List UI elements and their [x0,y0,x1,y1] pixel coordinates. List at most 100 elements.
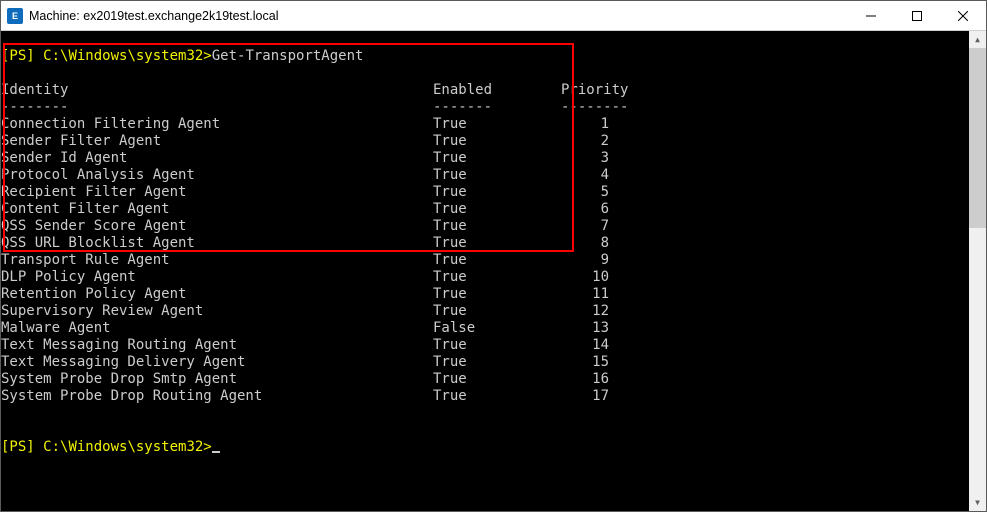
cell-enabled: True [433,388,561,405]
cell-priority: 4 [561,167,609,184]
cell-enabled: True [433,218,561,235]
cell-enabled: True [433,286,561,303]
cell-priority: 17 [561,388,609,405]
titlebar[interactable]: E Machine: ex2019test.exchange2k19test.l… [1,1,986,31]
cell-priority: 11 [561,286,609,303]
close-button[interactable] [940,1,986,30]
scroll-down-arrow[interactable]: ▼ [969,494,986,511]
app-icon: E [7,8,23,24]
table-row: DLP Policy AgentTrue10 [1,269,969,286]
table-row: System Probe Drop Routing AgentTrue17 [1,388,969,405]
maximize-button[interactable] [894,1,940,30]
cell-identity: System Probe Drop Routing Agent [1,388,433,405]
cell-identity: Protocol Analysis Agent [1,167,433,184]
prompt-path: C:\Windows\system32> [43,48,212,64]
cell-identity: QSS Sender Score Agent [1,218,433,235]
console-content[interactable]: [PS] C:\Windows\system32>Get-TransportAg… [1,31,969,511]
window-title: Machine: ex2019test.exchange2k19test.loc… [29,9,848,23]
cell-identity: System Probe Drop Smtp Agent [1,371,433,388]
window-controls [848,1,986,30]
table-row: Malware AgentFalse13 [1,320,969,337]
cell-identity: Sender Id Agent [1,150,433,167]
cursor [212,451,220,453]
divider-identity: -------- [1,99,433,116]
console-area[interactable]: [PS] C:\Windows\system32>Get-TransportAg… [1,31,986,511]
table-row: System Probe Drop Smtp AgentTrue16 [1,371,969,388]
minimize-button[interactable] [848,1,894,30]
table-row: Supervisory Review AgentTrue12 [1,303,969,320]
cell-enabled: True [433,235,561,252]
table-row: QSS Sender Score AgentTrue7 [1,218,969,235]
cell-priority: 16 [561,371,609,388]
table-row: Recipient Filter AgentTrue5 [1,184,969,201]
cell-enabled: True [433,354,561,371]
table-row: Text Messaging Delivery AgentTrue15 [1,354,969,371]
cell-enabled: True [433,201,561,218]
cell-enabled: True [433,167,561,184]
cell-priority: 2 [561,133,609,150]
cell-priority: 7 [561,218,609,235]
header-identity: Identity [1,82,433,99]
cell-enabled: True [433,252,561,269]
cell-priority: 5 [561,184,609,201]
table-row: Transport Rule AgentTrue9 [1,252,969,269]
app-window: E Machine: ex2019test.exchange2k19test.l… [0,0,987,512]
table-row: Text Messaging Routing AgentTrue14 [1,337,969,354]
cell-enabled: True [433,337,561,354]
scroll-up-arrow[interactable]: ▲ [969,31,986,48]
cell-identity: Retention Policy Agent [1,286,433,303]
prompt-command: Get-TransportAgent [212,48,364,64]
prompt2-path: C:\Windows\system32> [43,439,212,455]
close-icon [958,11,968,21]
cell-priority: 12 [561,303,609,320]
vertical-scrollbar[interactable]: ▲ ▼ [969,31,986,511]
cell-priority: 10 [561,269,609,286]
cell-enabled: True [433,371,561,388]
cell-priority: 3 [561,150,609,167]
divider-enabled: ------- [433,99,561,116]
cell-identity: Transport Rule Agent [1,252,433,269]
cell-identity: Content Filter Agent [1,201,433,218]
table-row: Protocol Analysis AgentTrue4 [1,167,969,184]
cell-priority: 8 [561,235,609,252]
header-priority: Priority [561,82,609,99]
rows-container: Connection Filtering AgentTrue1Sender Fi… [1,116,969,405]
cell-priority: 1 [561,116,609,133]
prompt-ps: [PS] [1,48,43,64]
headers: IdentityEnabledPriority [1,82,969,99]
table-row: Connection Filtering AgentTrue1 [1,116,969,133]
table-row: Sender Id AgentTrue3 [1,150,969,167]
divider-priority: -------- [561,99,609,116]
cell-enabled: True [433,116,561,133]
cell-identity: Text Messaging Delivery Agent [1,354,433,371]
cell-priority: 14 [561,337,609,354]
cell-enabled: True [433,150,561,167]
scrollbar-thumb[interactable] [969,48,986,228]
minimize-icon [866,11,876,21]
prompt2-ps: [PS] [1,439,43,455]
cell-priority: 15 [561,354,609,371]
cell-priority: 13 [561,320,609,337]
cell-identity: Recipient Filter Agent [1,184,433,201]
cell-identity: Supervisory Review Agent [1,303,433,320]
cell-identity: Malware Agent [1,320,433,337]
divider: ----------------------- [1,99,969,116]
cell-identity: Connection Filtering Agent [1,116,433,133]
cell-identity: Text Messaging Routing Agent [1,337,433,354]
table-row: QSS URL Blocklist AgentTrue8 [1,235,969,252]
table-row: Content Filter AgentTrue6 [1,201,969,218]
cell-identity: DLP Policy Agent [1,269,433,286]
cell-priority: 9 [561,252,609,269]
table-row: Retention Policy AgentTrue11 [1,286,969,303]
cell-identity: Sender Filter Agent [1,133,433,150]
table-row: Sender Filter AgentTrue2 [1,133,969,150]
cell-enabled: True [433,269,561,286]
header-enabled: Enabled [433,82,561,99]
cell-enabled: False [433,320,561,337]
cell-enabled: True [433,184,561,201]
cell-priority: 6 [561,201,609,218]
maximize-icon [912,11,922,21]
cell-identity: QSS URL Blocklist Agent [1,235,433,252]
cell-enabled: True [433,133,561,150]
cell-enabled: True [433,303,561,320]
